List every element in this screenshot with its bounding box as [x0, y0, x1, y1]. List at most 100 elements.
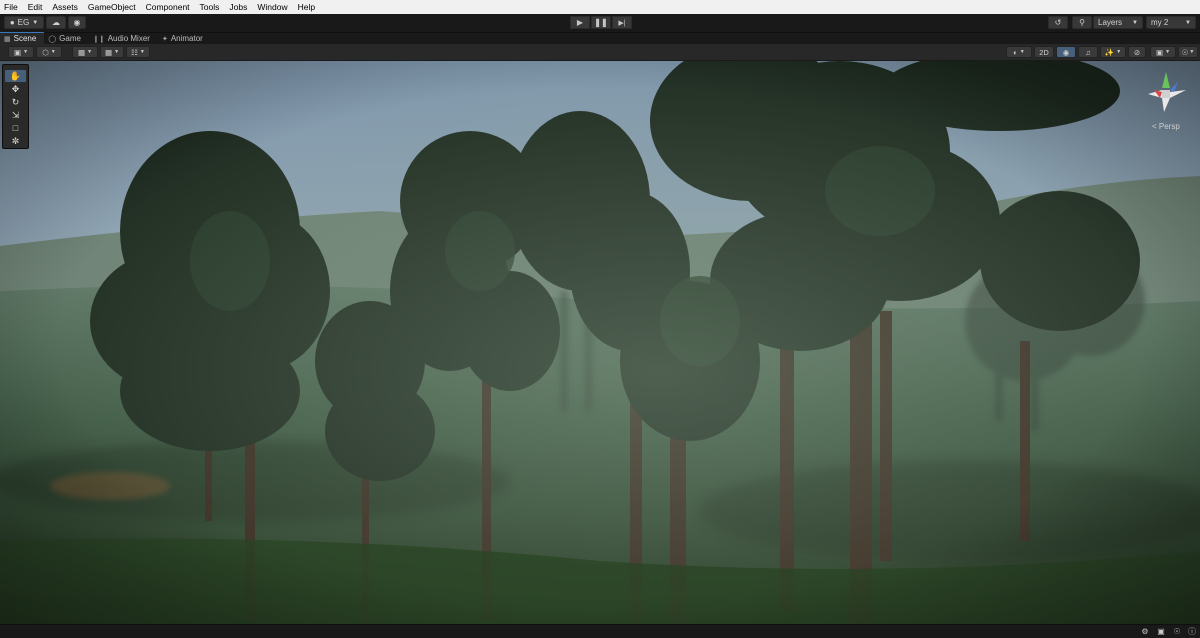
chevron-down-icon: ▼ [1019, 49, 1025, 55]
menu-assets[interactable]: Assets [47, 0, 83, 14]
menu-gameobject[interactable]: GameObject [83, 0, 141, 14]
cube-icon: ⬡ [42, 47, 49, 57]
tab-scene-label: Scene [13, 34, 37, 43]
history-button[interactable]: ↺ [1048, 16, 1068, 29]
tab-scene[interactable]: ▦ Scene [0, 32, 45, 44]
history-icon: ↺ [1054, 18, 1062, 27]
hand-tool-button[interactable]: ✋ [5, 70, 26, 82]
collab-icon: ◉ [73, 18, 81, 27]
rotate-tool-button[interactable]: ↻ [5, 96, 26, 108]
shading-icon: ▣ [13, 47, 22, 57]
hidden-objects-toggle[interactable]: ⊘ [1128, 46, 1146, 58]
camera-settings-dropdown[interactable]: ▣ ▼ [1150, 46, 1176, 58]
gizmos-dropdown[interactable]: ☉ ▼ [1178, 46, 1198, 58]
collab-button[interactable]: ◉ [68, 16, 86, 29]
effects-icon: ✨ [1104, 47, 1115, 57]
menu-window[interactable]: Window [252, 0, 292, 14]
info-icon[interactable]: ⓘ [1187, 627, 1197, 636]
grid-toggle-dropdown[interactable]: ▦ ▼ [72, 46, 98, 58]
gamepad-icon: ◯ [48, 35, 57, 43]
chevron-down-icon: ▼ [1132, 19, 1138, 26]
tab-animator-label: Animator [170, 34, 203, 43]
cloud-button[interactable]: ☁ [46, 16, 66, 29]
gizmo-z-neg-axis[interactable] [1170, 82, 1178, 92]
transform-tools-panel: ✋ ✥ ↻ ⇲ □ ✼ [2, 64, 29, 149]
menu-edit[interactable]: Edit [23, 0, 48, 14]
scene-viewport[interactable] [0, 61, 1200, 624]
snap-dropdown[interactable]: ▦ ▼ [100, 46, 124, 58]
audio-icon: ♫ [1085, 47, 1091, 57]
menu-bar: File Edit Assets GameObject Component To… [0, 0, 1200, 14]
shading-mode-dropdown[interactable]: ▣ ▼ [8, 46, 34, 58]
layers-dropdown[interactable]: Layers ▼ [1093, 16, 1143, 29]
scene-toolbar: ▣ ▼ ⬡ ▼ ▦ ▼ ▦ ▼ ☷ ▼ ◐ ▼ 2D ◉ ♫ ✨ ▼ ⊘ ▣ ▼ ☉ ▼ [0, 44, 1200, 61]
chevron-down-icon: ▼ [1189, 49, 1195, 55]
search-icon: ⚲ [1079, 18, 1085, 27]
grid-icon: ▦ [4, 35, 11, 43]
scene-render [0, 61, 1200, 624]
menu-tools[interactable]: Tools [195, 0, 225, 14]
menu-component[interactable]: Component [141, 0, 195, 14]
chevron-down-icon: ▼ [1185, 19, 1191, 26]
light-bulb-icon: ◉ [1062, 47, 1070, 57]
chevron-down-icon: ▼ [87, 49, 93, 55]
chevron-down-icon: ▼ [114, 49, 120, 55]
search-button[interactable]: ⚲ [1072, 16, 1092, 29]
chevron-down-icon: ▼ [139, 49, 145, 55]
eye-slash-icon: ⊘ [1133, 47, 1141, 57]
chevron-down-icon: ▼ [23, 49, 29, 55]
transform-icon: ✼ [11, 135, 20, 146]
chevron-down-icon: ▼ [32, 19, 39, 26]
transform-tool-button[interactable]: ✼ [5, 135, 26, 147]
play-button[interactable]: ▶ [570, 16, 590, 29]
status-bar [0, 624, 1200, 638]
step-icon: ▶| [618, 19, 626, 27]
main-toolbar: ● EG ▼ ☁ ◉ ▶ ❚❚ ▶| ↺ ⚲ Layers ▼ my 2 ▼ [0, 14, 1200, 33]
gizmo-center[interactable] [1162, 90, 1170, 98]
mixer-icon: ❙❙ [92, 35, 105, 43]
menu-help[interactable]: Help [293, 0, 320, 14]
scale-tool-button[interactable]: ⇲ [5, 109, 26, 121]
layout-dropdown[interactable]: my 2 ▼ [1146, 16, 1196, 29]
tab-audio-mixer[interactable]: ❙❙ Audio Mixer [89, 33, 158, 44]
menu-jobs[interactable]: Jobs [224, 0, 252, 14]
animator-icon: ✦ [161, 35, 168, 43]
pause-button[interactable]: ❚❚ [591, 16, 611, 29]
mode-2d-toggle[interactable]: 2D [1034, 46, 1054, 58]
step-button[interactable]: ▶| [612, 16, 632, 29]
chevron-down-icon: ▼ [1116, 49, 1122, 55]
rect-tool-button[interactable]: □ [5, 122, 26, 134]
move-icon: ✥ [11, 83, 20, 94]
render-mode-dropdown[interactable]: ◐ ▼ [1006, 46, 1032, 58]
audio-toggle[interactable]: ♫ [1078, 46, 1098, 58]
gizmo-y-axis[interactable] [1162, 72, 1170, 88]
lighting-status-icon[interactable]: ☉ [1172, 627, 1182, 636]
bug-icon[interactable]: ⚙ [1140, 627, 1150, 636]
cloud-icon: ☁ [52, 18, 60, 27]
gizmo-y-neg-axis[interactable] [1162, 98, 1170, 112]
play-controls: ▶ ❚❚ ▶| [570, 16, 633, 29]
layers-label: Layers [1098, 18, 1123, 27]
play-icon: ▶ [576, 18, 584, 27]
lighting-toggle[interactable]: ◉ [1056, 46, 1076, 58]
view-tabs: ▦ Scene ◯ Game ❙❙ Audio Mixer ✦ Animator [0, 32, 1200, 44]
camera-icon: ▣ [1155, 47, 1164, 57]
move-tool-button[interactable]: ✥ [5, 83, 26, 95]
increment-snap-dropdown[interactable]: ☷ ▼ [126, 46, 150, 58]
progress-icon[interactable]: ▣ [1156, 627, 1166, 636]
effects-dropdown[interactable]: ✨ ▼ [1100, 46, 1126, 58]
tab-animator[interactable]: ✦ Animator [158, 33, 211, 44]
account-dropdown[interactable]: ● EG ▼ [4, 16, 44, 29]
ruler-icon: ☷ [131, 47, 138, 57]
projection-label[interactable]: < Persp [1152, 122, 1180, 131]
rotate-icon: ↻ [11, 96, 20, 107]
chevron-down-icon: ▼ [50, 49, 56, 55]
pause-icon: ❚❚ [594, 18, 608, 27]
chevron-down-icon: ▼ [1165, 49, 1171, 55]
tab-game[interactable]: ◯ Game [44, 33, 89, 44]
orientation-gizmo[interactable] [1140, 68, 1190, 118]
draw-mode-dropdown[interactable]: ⬡ ▼ [36, 46, 62, 58]
layout-label: my 2 [1151, 18, 1169, 27]
menu-file[interactable]: File [0, 0, 23, 14]
tab-game-label: Game [59, 34, 81, 43]
